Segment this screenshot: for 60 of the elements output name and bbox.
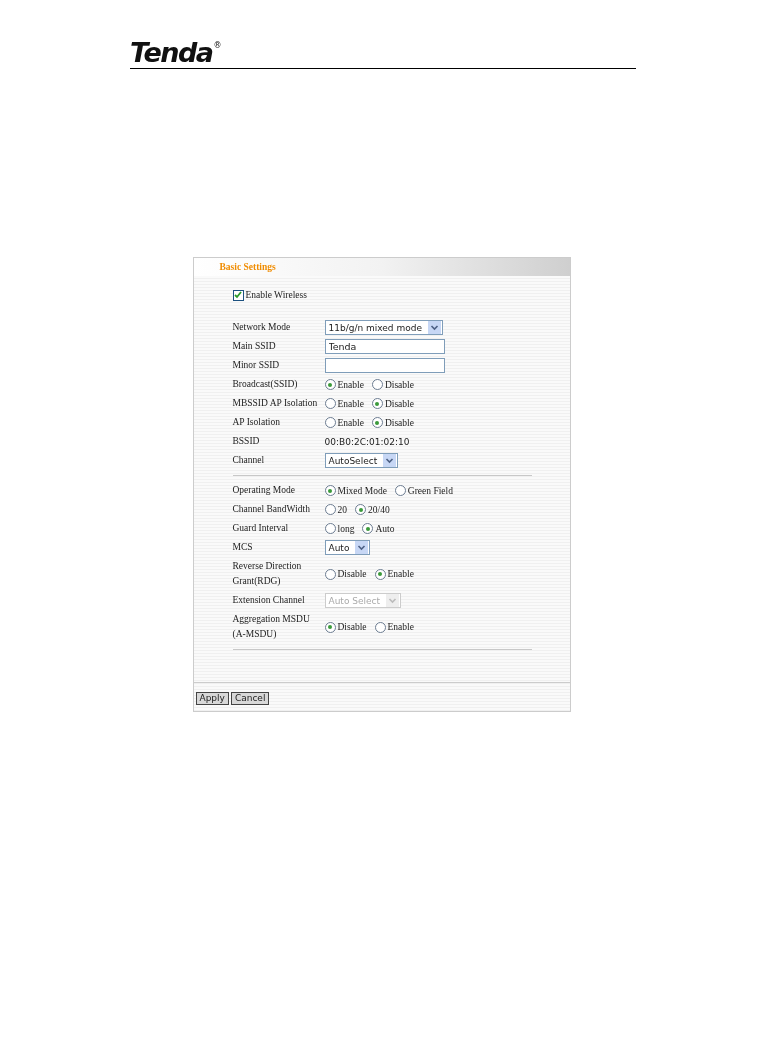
radio-button[interactable]: [324, 398, 336, 409]
value-text: 00:B0:2C:01:02:10: [324, 436, 410, 447]
radio-button[interactable]: [324, 621, 336, 633]
field-label: Broadcast(SSID): [232, 378, 299, 391]
option-label: 20/40: [368, 504, 390, 515]
field-label: MBSSID AP Isolation: [232, 397, 319, 410]
radio-button[interactable]: [324, 523, 336, 534]
option-label: Mixed Mode: [337, 485, 387, 496]
radio-button[interactable]: [355, 504, 366, 515]
option-label: Disable: [384, 379, 414, 390]
option-label: Enable: [337, 417, 364, 428]
registered-mark: ®: [213, 41, 222, 50]
apply-button[interactable]: Apply: [195, 692, 229, 705]
option-label: long: [337, 523, 355, 534]
option-label: Enable: [337, 379, 364, 390]
option-label: Enable: [337, 398, 364, 409]
option-label: 20: [337, 504, 347, 515]
cancel-button[interactable]: Cancel: [230, 692, 270, 705]
field-label: Channel BandWidth: [232, 503, 311, 516]
option-label: Disable: [337, 569, 367, 579]
field-label: Main SSID: [232, 340, 277, 353]
radio-button[interactable]: [324, 485, 336, 496]
radio-button[interactable]: [371, 417, 383, 428]
radio-button[interactable]: [324, 568, 336, 580]
radio-button[interactable]: [374, 621, 386, 633]
option-label: Disable: [337, 622, 367, 632]
select-field[interactable]: AutoSelect: [324, 453, 399, 468]
radio-button[interactable]: [371, 379, 383, 390]
radio-button[interactable]: [324, 417, 336, 428]
field-label: Network Mode: [232, 321, 292, 334]
radio-button[interactable]: [371, 398, 383, 409]
field-label: Reverse Direction Grant(RDG): [232, 560, 303, 588]
option-label: Disable: [384, 417, 414, 428]
select-field[interactable]: 11b/g/n mixed mode: [324, 320, 443, 335]
option-label: Green Field: [407, 485, 453, 496]
field-label: Aggregation MSDU (A-MSDU): [232, 613, 311, 641]
field-label: Minor SSID: [232, 359, 281, 372]
radio-button[interactable]: [362, 523, 374, 534]
field-label: BSSID: [232, 435, 261, 448]
field-label: MCS: [232, 541, 254, 554]
option-label: Auto: [375, 523, 395, 534]
field-label: Guard Interval: [232, 522, 290, 535]
logo: Tenda: [130, 38, 213, 67]
input-field[interactable]: [324, 358, 445, 373]
option-label: Enable: [387, 569, 414, 579]
field-label: Extension Channel: [232, 594, 306, 607]
checkbox[interactable]: [232, 289, 244, 301]
field-label: Channel: [232, 454, 266, 467]
checkbox-label: Enable Wireless: [245, 290, 307, 300]
radio-button[interactable]: [324, 379, 336, 390]
select-field[interactable]: Auto: [324, 540, 371, 555]
radio-button[interactable]: [374, 568, 386, 580]
field-label: AP Isolation: [232, 416, 281, 429]
radio-button[interactable]: [394, 485, 406, 496]
radio-button[interactable]: [324, 504, 336, 515]
input-field[interactable]: Tenda: [324, 339, 445, 354]
field-label: Operating Mode: [232, 484, 297, 497]
option-label: Enable: [387, 622, 414, 632]
option-label: Disable: [384, 398, 414, 409]
panel-title: Basic Settings: [219, 262, 276, 272]
